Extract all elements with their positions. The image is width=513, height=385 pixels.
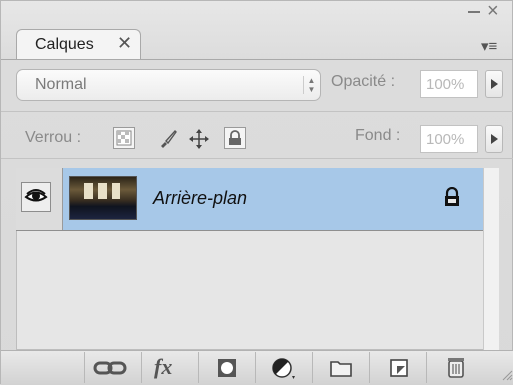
visibility-toggle[interactable] xyxy=(21,182,51,212)
layer-style-fx-icon: fx xyxy=(154,354,173,379)
layer-thumbnail xyxy=(69,176,137,220)
new-group-button[interactable] xyxy=(312,352,369,383)
add-mask-button[interactable] xyxy=(198,352,255,383)
lock-all-icon[interactable] xyxy=(224,127,246,149)
lock-transparency-icon[interactable] xyxy=(113,127,135,149)
link-layers-icon xyxy=(93,361,127,375)
fill-slider-button[interactable] xyxy=(485,125,503,153)
trash-icon xyxy=(448,358,464,378)
divider xyxy=(1,111,513,112)
layer-row[interactable]: Arrière-plan xyxy=(16,168,483,231)
new-group-icon xyxy=(330,361,352,377)
panel-tab-bar: Calques ✕ × ▾≡ xyxy=(1,0,513,59)
divider xyxy=(1,59,513,60)
minimize-icon[interactable] xyxy=(468,11,480,13)
new-layer-icon xyxy=(390,359,408,377)
tab-label: Calques xyxy=(35,36,94,53)
fill-input[interactable]: 100% xyxy=(420,125,478,153)
adjustment-layer-icon xyxy=(272,358,295,379)
new-layer-button[interactable] xyxy=(369,352,426,383)
adjustment-layer-button[interactable] xyxy=(255,352,312,383)
layer-name[interactable]: Arrière-plan xyxy=(153,188,247,209)
opacity-slider-button[interactable] xyxy=(485,70,503,98)
chevron-updown-icon: ▲ ▼ xyxy=(303,76,316,94)
visibility-cell xyxy=(16,168,63,230)
resize-grip-icon[interactable] xyxy=(501,369,513,381)
fill-label: Fond : xyxy=(355,127,401,144)
opacity-label: Opacité : xyxy=(331,73,396,90)
link-layers-button[interactable] xyxy=(84,352,141,383)
layers-panel: Calques ✕ × ▾≡ Normal ▲ ▼ Opacité : 100% … xyxy=(0,0,513,385)
lock-position-icon[interactable] xyxy=(187,127,209,149)
layer-style-button[interactable]: fx xyxy=(141,352,198,383)
close-icon[interactable]: × xyxy=(487,0,499,23)
divider xyxy=(1,158,513,159)
blend-mode-value: Normal xyxy=(35,76,87,93)
layer-lock-icon xyxy=(445,187,459,206)
layers-scrollbar[interactable] xyxy=(483,168,499,350)
tab-calques[interactable]: Calques ✕ xyxy=(16,29,141,59)
tab-close-icon[interactable]: ✕ xyxy=(117,33,132,54)
eye-icon xyxy=(24,189,48,202)
opacity-input[interactable]: 100% xyxy=(420,70,478,98)
delete-layer-button[interactable] xyxy=(426,352,483,383)
lock-label: Verrou : xyxy=(25,129,82,146)
add-mask-icon xyxy=(218,359,236,377)
panel-menu-icon[interactable]: ▾≡ xyxy=(481,37,497,55)
blend-mode-select[interactable]: Normal ▲ ▼ xyxy=(16,69,321,101)
lock-paint-icon[interactable] xyxy=(156,127,178,149)
